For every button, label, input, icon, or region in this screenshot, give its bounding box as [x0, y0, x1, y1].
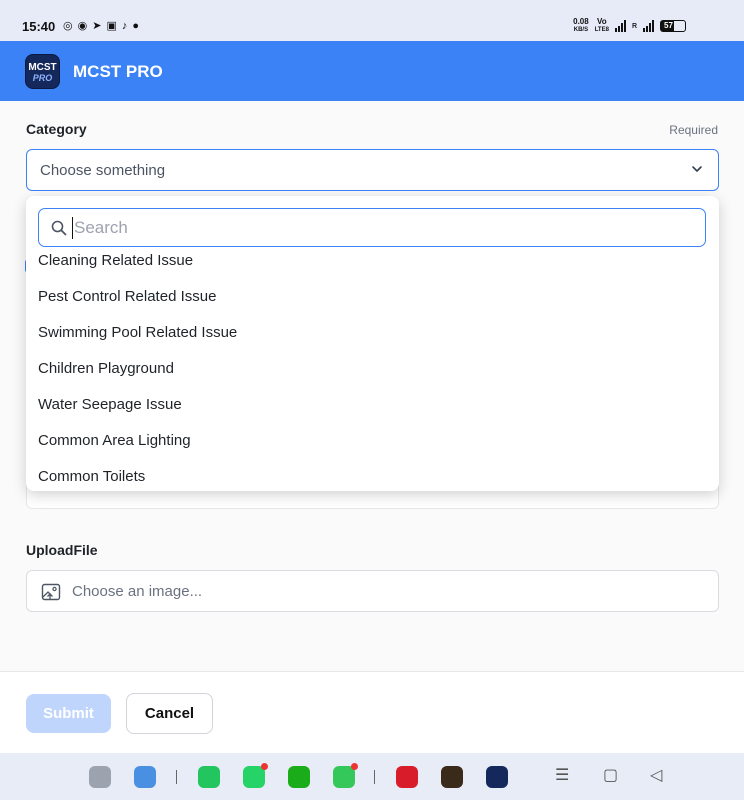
cancel-button[interactable]: Cancel — [126, 693, 213, 734]
dropdown-option[interactable]: Children Playground — [38, 357, 698, 381]
chevron-down-icon — [692, 166, 702, 172]
form-footer: Submit Cancel — [0, 671, 744, 753]
mcst-pro-app-icon[interactable] — [441, 766, 463, 788]
signal-2-icon — [643, 20, 654, 32]
app-header: MCST PRO MCST PRO — [0, 41, 744, 101]
telegram-icon: ➤ — [92, 20, 102, 32]
dropdown-option[interactable]: Water Seepage Issue — [38, 393, 698, 417]
dropdown-option[interactable]: Common Area Lighting — [38, 429, 698, 453]
wechat-icon[interactable] — [288, 766, 310, 788]
whatsapp-icon[interactable] — [243, 763, 268, 788]
category-label: Category — [26, 121, 87, 137]
dropdown-option[interactable]: Common Toilets — [38, 465, 698, 489]
category-select-value: Choose something — [40, 162, 166, 179]
dock-separator — [176, 770, 177, 784]
dropdown-search[interactable] — [38, 208, 706, 247]
category-select[interactable]: Choose something — [26, 149, 719, 191]
upload-label: UploadFile — [26, 542, 98, 558]
battery-icon: 57 — [660, 20, 686, 32]
chat-icon: ◉ — [77, 20, 88, 32]
system-indicators: 0.08 KB/S Vo LTE8 R 57 — [573, 18, 686, 34]
notification-icons: ◎ ◉ ➤ ▣ ♪ ● — [63, 20, 139, 33]
instagram-icon: ▣ — [106, 20, 117, 32]
upload-file-input[interactable]: Choose an image... — [26, 570, 719, 612]
required-label: Required — [669, 123, 718, 137]
tiktok-icon: ♪ — [121, 20, 128, 32]
whatsapp-icon: ◎ — [63, 20, 73, 32]
phone-icon[interactable] — [198, 766, 220, 788]
home-nav-icon[interactable]: ▢ — [603, 768, 618, 784]
dropdown-list: Cleaning Related Issue Pest Control Rela… — [26, 249, 719, 491]
status-time: 15:40 — [22, 19, 56, 34]
info-app-icon[interactable] — [396, 766, 418, 788]
menu-nav-icon[interactable]: ☰ — [555, 768, 569, 784]
submit-button[interactable]: Submit — [26, 694, 111, 733]
signal-icon — [614, 20, 626, 32]
search-input[interactable] — [72, 217, 672, 239]
app-title: MCST PRO — [73, 62, 163, 81]
system-dock: ☰ ▢ ◁ — [0, 753, 744, 800]
messages-icon[interactable] — [333, 763, 358, 788]
sim-label: R — [631, 22, 637, 30]
back-nav-icon[interactable]: ◁ — [650, 768, 662, 784]
category-dropdown: Cleaning Related Issue Pest Control Rela… — [26, 196, 719, 491]
form-content: Category Required Choose something Uploa… — [0, 101, 744, 671]
app-drawer-icon[interactable] — [89, 766, 111, 788]
status-bar: 15:40 ◎ ◉ ➤ ▣ ♪ ● 0.08 KB/S Vo LTE8 R 57 — [0, 0, 744, 41]
upload-placeholder: Choose an image... — [72, 583, 203, 600]
app-logo: MCST PRO — [25, 54, 60, 89]
mcst-app-icon[interactable] — [486, 766, 508, 788]
volte-indicator: Vo LTE8 — [594, 17, 609, 34]
dock-separator — [374, 770, 375, 784]
dropdown-option[interactable]: Cleaning Related Issue — [38, 249, 698, 273]
wallet-icon[interactable] — [134, 766, 156, 788]
dot-icon: ● — [132, 20, 139, 32]
search-icon — [51, 220, 67, 236]
image-upload-icon — [41, 583, 61, 601]
dropdown-option[interactable]: Pest Control Related Issue — [38, 285, 698, 309]
net-speed: 0.08 KB/S — [573, 17, 589, 34]
dropdown-option[interactable]: Swimming Pool Related Issue — [38, 321, 698, 345]
